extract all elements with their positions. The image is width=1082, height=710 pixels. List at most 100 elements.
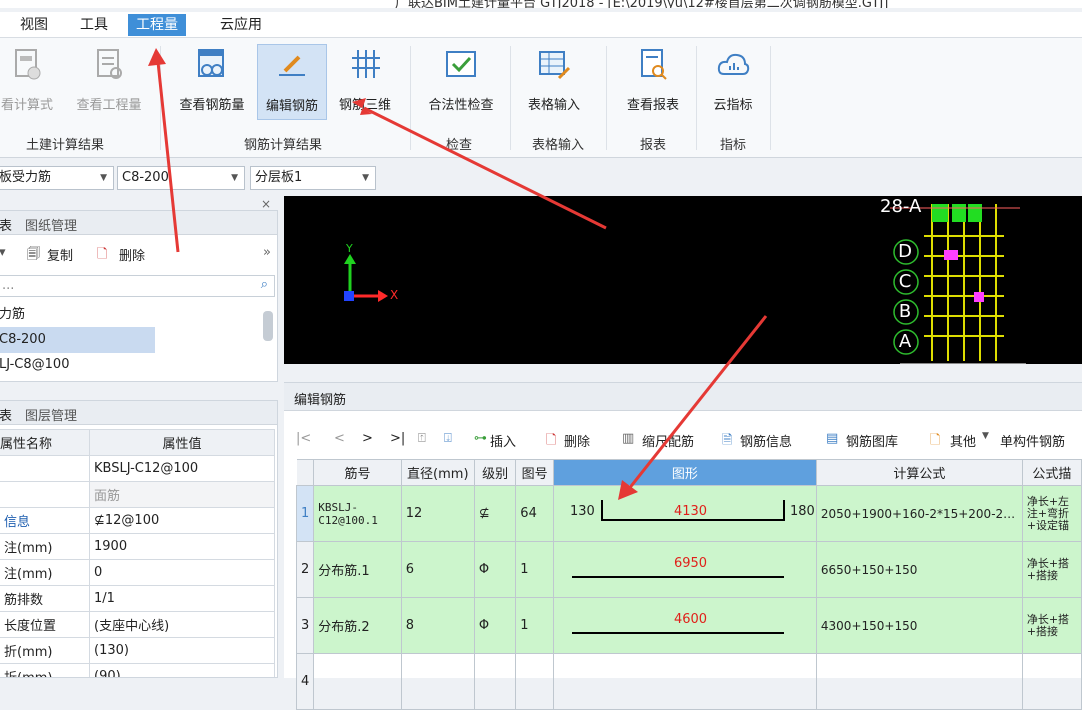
grade-cell[interactable]: ⊈ [473, 485, 517, 542]
rebar-name-cell[interactable]: 分布筋.1 [313, 541, 402, 598]
rebar-library-button[interactable]: 钢筋图库 [846, 431, 898, 450]
rebar-3d-button[interactable]: 钢筋三维 [330, 44, 400, 120]
delete-button[interactable]: 删除 [119, 245, 145, 264]
property-row[interactable]: 长度位置 (支座中心线) [0, 611, 275, 638]
delete-row-button[interactable]: 删除 [564, 431, 590, 450]
table-row[interactable]: 4 [295, 653, 1082, 710]
empty-cell[interactable] [313, 653, 402, 710]
shape-cell[interactable]: 130 4130 180 [552, 485, 817, 542]
formula-desc-cell[interactable]: 净长+搭 +搭接 [1021, 541, 1082, 598]
validity-check-button[interactable]: 合法性检查 [418, 44, 504, 120]
menu-cloud-apps[interactable]: 云应用 [212, 14, 270, 36]
shape-cell[interactable]: 6950 [552, 541, 817, 598]
search-input[interactable]: ... ⌕ [0, 275, 275, 297]
property-row[interactable]: 筋排数 1/1 [0, 585, 275, 612]
view-rebar-quantity-button[interactable]: 查看钢筋量 [170, 44, 254, 120]
property-row[interactable]: 折(mm)(90) [0, 663, 275, 677]
figure-number-cell[interactable]: 64 [515, 485, 554, 542]
layer-select[interactable]: 分层板1 ▼ [250, 166, 376, 190]
row-index: 1 [295, 485, 315, 542]
property-value[interactable]: 1/1 [89, 585, 275, 612]
view-report-button[interactable]: 查看报表 [616, 44, 690, 120]
formula-cell[interactable]: 4300+150+150 [815, 597, 1023, 654]
rebar-table: 筋号 直径(mm) 级别 图号 图形 计算公式 公式描 1 KBSLJ- C12… [295, 459, 1082, 710]
other-button[interactable]: 其他 [950, 431, 976, 450]
prev-record-icon[interactable]: < [334, 431, 345, 446]
insert-button[interactable]: 插入 [490, 431, 516, 450]
rebar-name-cell[interactable]: KBSLJ- C12@100.1 [313, 485, 402, 542]
property-value[interactable]: ⊈12@100 [89, 507, 275, 534]
grade-cell[interactable]: Φ [473, 597, 517, 654]
formula-desc-cell[interactable]: 净长+搭 +搭接 [1021, 597, 1082, 654]
tab-properties[interactable]: 表 [0, 405, 12, 424]
scale-rebar-button[interactable]: 缩尺配筋 [642, 431, 694, 450]
search-placeholder: ... [2, 278, 15, 293]
property-row[interactable]: 信息 ⊈12@100 [0, 507, 275, 534]
tab-drawing-manager[interactable]: 图纸管理 [25, 215, 77, 234]
list-item-selected[interactable]: C8-200 [0, 327, 155, 353]
property-row[interactable]: 注(mm) 0 [0, 559, 275, 586]
tab-layer-manager[interactable]: 图层管理 [25, 405, 77, 424]
view-quantity-button[interactable]: 查看工程量 [66, 44, 152, 120]
diameter-header: 直径(mm) [400, 459, 475, 486]
dropdown-arrow-icon[interactable]: ▾ [0, 245, 6, 260]
figure-number-cell[interactable]: 1 [515, 597, 554, 654]
figure-number-cell[interactable]: 1 [515, 541, 554, 598]
formula-cell[interactable]: 2050+1900+160-2*15+200-2… [815, 485, 1023, 542]
diameter-cell[interactable]: 6 [400, 541, 475, 598]
table-row[interactable]: 2 分布筋.1 6 Φ 1 6950 6650+150+150 净长+搭 +搭接 [295, 541, 1082, 598]
rebar-name-cell[interactable]: 分布筋.2 [313, 597, 402, 654]
property-row[interactable]: 面筋 [0, 481, 275, 508]
grade-cell[interactable]: Φ [473, 541, 517, 598]
table-row[interactable]: 1 KBSLJ- C12@100.1 12 ⊈ 64 130 4130 180 … [295, 485, 1082, 542]
cloud-index-button[interactable]: 云指标 [702, 44, 764, 120]
formula-desc-cell[interactable]: 净长+左 注+弯折 +设定锚 [1021, 485, 1082, 542]
move-down-icon[interactable]: ⍗ [444, 431, 452, 446]
first-record-icon[interactable]: |< [296, 431, 311, 446]
property-value[interactable]: KBSLJ-C12@100 [89, 455, 275, 482]
table-row[interactable]: 3 分布筋.2 8 Φ 1 4600 4300+150+150 净长+搭 +搭接 [295, 597, 1082, 654]
property-row[interactable]: 注(mm) 1900 [0, 533, 275, 560]
shape-cell[interactable]: 4600 [552, 597, 817, 654]
next-record-icon[interactable]: > [362, 431, 373, 446]
list-item[interactable]: LJ-C8@100 [0, 353, 69, 377]
empty-cell[interactable] [400, 653, 475, 710]
list-item[interactable]: 力筋 [0, 303, 25, 327]
component-type-select[interactable]: 板受力筋 ▼ [0, 166, 114, 190]
formula-cell[interactable]: 6650+150+150 [815, 541, 1023, 598]
menu-quantity[interactable]: 工程量 [128, 14, 186, 36]
empty-cell[interactable] [515, 653, 554, 710]
property-row[interactable]: 折(mm) (130) [0, 637, 275, 664]
edit-rebar-button[interactable]: 编辑钢筋 [257, 44, 327, 120]
rebar-info-button[interactable]: 钢筋信息 [740, 431, 792, 450]
menu-view[interactable]: 视图 [12, 14, 56, 36]
close-icon[interactable]: × [261, 197, 271, 211]
single-component-rebar-button[interactable]: 单构件钢筋 [1000, 431, 1065, 450]
empty-cell[interactable] [552, 653, 817, 710]
last-record-icon[interactable]: >| [390, 431, 405, 446]
scrollbar-thumb[interactable] [263, 311, 273, 341]
move-up-icon[interactable]: ⍐ [418, 431, 426, 446]
property-value[interactable]: (90) [89, 663, 275, 677]
empty-cell[interactable] [473, 653, 517, 710]
diameter-cell[interactable]: 8 [400, 597, 475, 654]
view-calc-formula-button[interactable]: 看计算式 [0, 44, 64, 120]
copy-button[interactable]: 复制 [47, 245, 73, 264]
more-icon[interactable]: » [263, 245, 271, 260]
table-input-button[interactable]: 表格输入 [518, 44, 590, 120]
menu-tools[interactable]: 工具 [72, 14, 116, 36]
tab-component-list[interactable]: 表 [0, 215, 12, 234]
diameter-cell[interactable]: 12 [400, 485, 475, 542]
empty-cell[interactable] [815, 653, 1023, 710]
property-value[interactable]: 0 [89, 559, 275, 586]
property-row[interactable]: KBSLJ-C12@100 [0, 455, 275, 482]
property-value[interactable]: (130) [89, 637, 275, 664]
component-type-value: 板受力筋 [0, 170, 52, 185]
drawing-viewport[interactable]: Y X 28-A D C B A [284, 196, 1082, 364]
property-name: 注(mm) [0, 533, 90, 560]
component-name-select[interactable]: C8-200 ▼ [117, 166, 245, 190]
search-icon[interactable]: ⌕ [261, 277, 268, 292]
property-value[interactable]: 1900 [89, 533, 275, 560]
property-value[interactable]: (支座中心线) [89, 611, 275, 638]
empty-cell[interactable] [1021, 653, 1082, 710]
